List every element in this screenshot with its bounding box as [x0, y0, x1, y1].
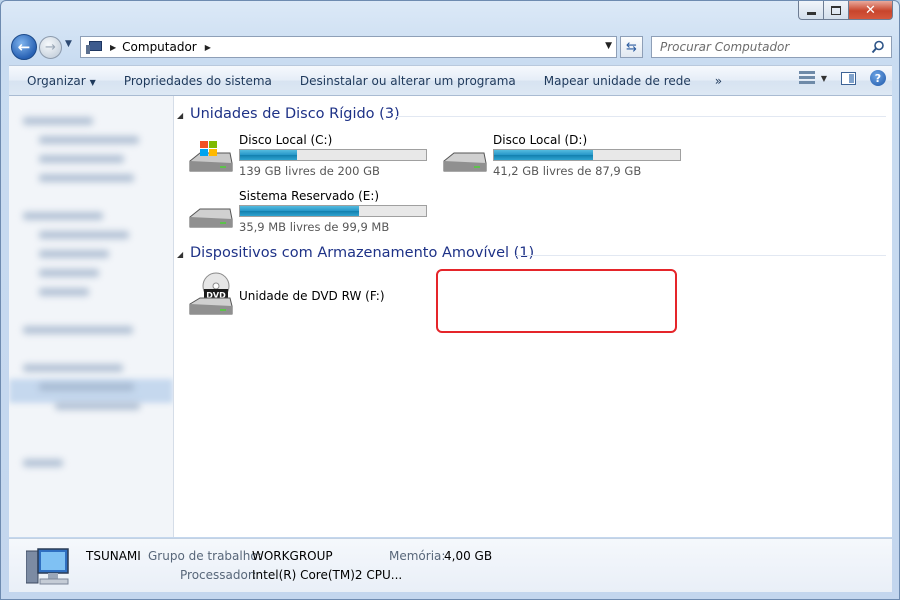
drive-free-space: 41,2 GB livres de 87,9 GB — [493, 164, 642, 178]
forward-arrow-icon: → — [45, 40, 56, 55]
drive-usage-bar — [239, 205, 427, 217]
search-input[interactable] — [658, 39, 872, 55]
memory-value: 4,00 GB — [444, 549, 493, 563]
breadcrumb-chevron-icon[interactable]: ▶ — [205, 43, 211, 52]
recent-pages-dropdown[interactable]: ▼ — [65, 39, 72, 49]
views-icon — [798, 70, 815, 86]
collapse-group-icon[interactable]: ◢ — [177, 111, 183, 120]
hard-drive-icon — [189, 208, 233, 228]
hard-drive-icon — [443, 152, 487, 172]
view-controls: ▼ ? — [798, 70, 886, 86]
breadcrumb-computador[interactable]: Computador — [122, 40, 197, 54]
drive-usage-bar — [493, 149, 681, 161]
command-bar: Organizar ▼ Propriedades do sistema Desin… — [9, 65, 892, 96]
navigation-bar: ← → ▼ ▶ Computador ▶ ▼ ⇆ — [1, 33, 899, 61]
change-view-button[interactable]: ▼ — [798, 70, 827, 86]
minimize-icon — [806, 11, 816, 15]
explorer-window: ✕ ← → ▼ ▶ Computador ▶ ▼ ⇆ Organizar▼ Pr… — [0, 0, 900, 600]
memory-label: Memória: — [389, 549, 446, 563]
computer-icon — [86, 40, 102, 54]
content-pane: ◢ Unidades de Disco Rígido (3) Disco Loc… — [174, 96, 892, 537]
computer-name: TSUNAMI — [86, 549, 141, 563]
collapse-group-icon[interactable]: ◢ — [177, 250, 183, 259]
uninstall-program-button[interactable]: Desinstalar ou alterar um programa — [286, 74, 530, 88]
drive-free-space: 139 GB livres de 200 GB — [239, 164, 380, 178]
search-box[interactable] — [651, 36, 892, 58]
processor-value: Intel(R) Core(TM)2 CPU... — [252, 568, 403, 582]
drive-name: Unidade de DVD RW (F:) — [239, 289, 385, 303]
dvd-drive-icon: DVD — [189, 272, 233, 315]
group-divider — [516, 255, 886, 256]
search-icon[interactable] — [871, 40, 885, 54]
windows-drive-icon — [189, 141, 233, 172]
forward-button[interactable]: → — [39, 36, 62, 59]
address-dropdown-icon[interactable]: ▼ — [605, 41, 612, 51]
refresh-icon: ⇆ — [626, 39, 637, 55]
organize-label: Organizar — [27, 73, 86, 88]
navigation-pane[interactable] — [9, 96, 174, 537]
details-pane: TSUNAMI Grupo de trabalho: WORKGROUP Mem… — [9, 538, 892, 592]
help-icon[interactable]: ? — [870, 70, 886, 86]
workgroup-label: Grupo de trabalho: — [148, 549, 262, 563]
processor-label: Processador: — [180, 568, 257, 582]
caption-buttons: ✕ — [798, 1, 893, 20]
highlight-annotation-box — [436, 269, 677, 333]
drive-free-space: 35,9 MB livres de 99,9 MB — [239, 220, 390, 234]
drive-item-dvd[interactable]: DVD Unidade de DVD RW (F:) — [186, 272, 436, 316]
workgroup-value: WORKGROUP — [252, 549, 333, 563]
preview-pane-icon[interactable] — [841, 71, 856, 85]
navigation-pane-blurred-content — [9, 96, 173, 467]
group-title: Unidades de Disco Rígido (3) — [190, 106, 400, 122]
back-arrow-icon: ← — [17, 38, 31, 56]
group-title: Dispositivos com Armazenamento Amovível … — [190, 245, 535, 261]
address-bar[interactable]: ▶ Computador ▶ ▼ — [80, 36, 617, 58]
breadcrumb-chevron-icon[interactable]: ▶ — [110, 43, 116, 52]
close-button[interactable]: ✕ — [849, 1, 893, 20]
minimize-button[interactable] — [798, 1, 824, 20]
drive-usage-fill — [240, 150, 297, 160]
refresh-button[interactable]: ⇆ — [620, 36, 643, 58]
drive-usage-bar — [239, 149, 427, 161]
drive-item-c[interactable]: Disco Local (C:) 139 GB livres de 200 GB — [186, 133, 436, 178]
drive-item-d[interactable]: Disco Local (D:) 41,2 GB livres de 87,9 … — [440, 133, 690, 178]
drive-item-e[interactable]: Sistema Reservado (E:) 35,9 MB livres de… — [186, 189, 436, 234]
drive-name: Sistema Reservado (E:) — [239, 189, 380, 203]
map-network-drive-button[interactable]: Mapear unidade de rede — [530, 74, 705, 88]
drive-usage-fill — [494, 150, 593, 160]
back-button[interactable]: ← — [11, 34, 37, 60]
group-divider — [396, 116, 886, 117]
group-header-removable[interactable]: ◢ Dispositivos com Armazenamento Amovíve… — [174, 245, 886, 265]
chevron-down-icon: ▼ — [89, 77, 96, 87]
drive-name: Disco Local (D:) — [493, 133, 588, 147]
maximize-icon — [831, 5, 841, 15]
chevron-down-icon: ▼ — [820, 73, 827, 83]
close-icon: ✕ — [865, 2, 876, 18]
more-commands-button[interactable]: » — [705, 74, 732, 88]
organize-button[interactable]: Organizar ▼ — [9, 74, 110, 88]
maximize-button[interactable] — [824, 1, 849, 20]
system-properties-button[interactable]: Propriedades do sistema — [110, 74, 286, 88]
group-header-hard-drives[interactable]: ◢ Unidades de Disco Rígido (3) — [174, 106, 886, 126]
drive-name: Disco Local (C:) — [239, 133, 333, 147]
computer-icon — [26, 548, 69, 585]
drive-usage-fill — [240, 206, 360, 216]
